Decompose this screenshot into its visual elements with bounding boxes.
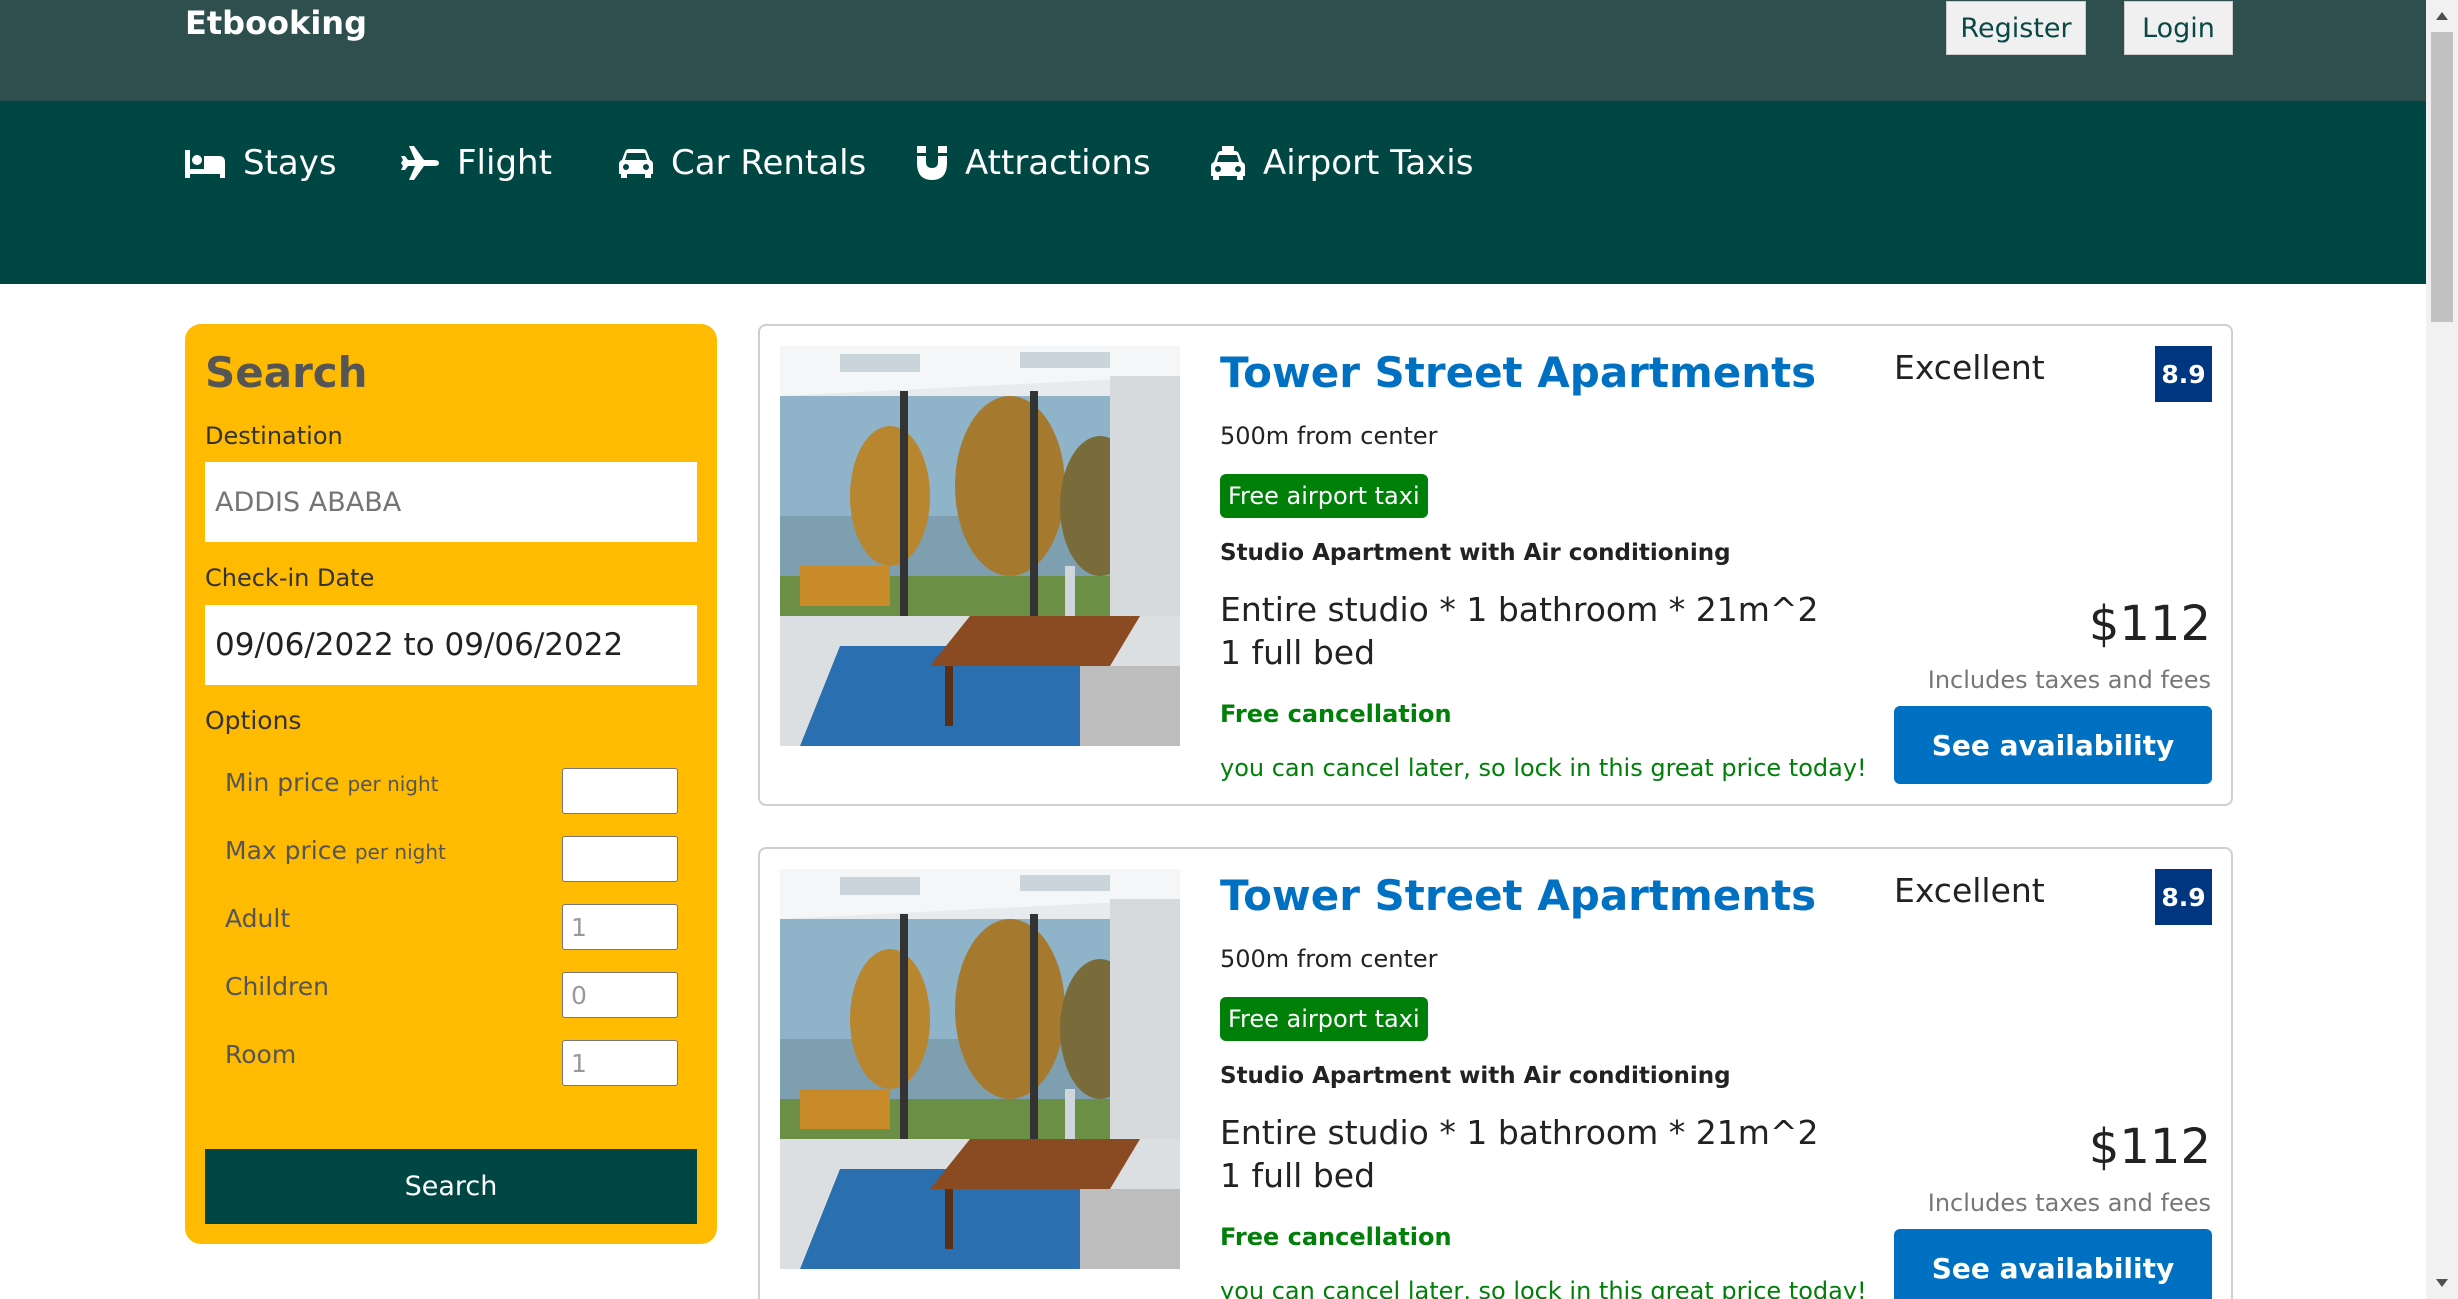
nav-band <box>0 101 2426 284</box>
nav-item-label: Flight <box>457 143 552 183</box>
hotel-title[interactable]: Tower Street Apartments <box>1220 871 1816 920</box>
nav-item-attractions[interactable]: Attractions <box>917 140 1151 186</box>
options-label: Options <box>205 706 302 735</box>
max-price-label: Max price per night <box>225 836 446 865</box>
cancellation-text: Free cancellation <box>1220 700 1452 728</box>
rating-text: Excellent <box>1894 348 2045 387</box>
scroll-down-arrow-icon[interactable] <box>2426 1267 2458 1299</box>
result-card: Tower Street Apartments 500m from center… <box>758 324 2233 806</box>
taxi-badge: Free airport taxi <box>1220 997 1428 1041</box>
nav-item-label: Car Rentals <box>671 143 867 183</box>
taxes-note: Includes taxes and fees <box>1927 1189 2211 1217</box>
top-bar: Etbooking Register Login <box>0 0 2426 101</box>
checkin-label: Check-in Date <box>205 564 375 592</box>
cancellation-subtext: you can cancel later, so lock in this gr… <box>1220 1277 1867 1299</box>
cancellation-subtext: you can cancel later, so lock in this gr… <box>1220 754 1867 782</box>
rating-badge: 8.9 <box>2155 346 2212 402</box>
hotel-image[interactable] <box>780 869 1180 1269</box>
scroll-up-arrow-icon[interactable] <box>2426 0 2458 32</box>
search-title: Search <box>205 348 368 397</box>
rating-badge: 8.9 <box>2155 869 2212 925</box>
nav-item-flight[interactable]: Flight <box>401 140 552 186</box>
search-panel: Search Destination Check-in Date 09/06/2… <box>185 324 717 1244</box>
taxi-badge: Free airport taxi <box>1220 474 1428 518</box>
scrollbar-thumb[interactable] <box>2431 32 2453 322</box>
price: $112 <box>2088 1119 2211 1175</box>
children-label: Children <box>225 972 330 1001</box>
see-availability-button[interactable]: See availability <box>1894 706 2212 784</box>
search-button[interactable]: Search <box>205 1149 697 1224</box>
adult-label: Adult <box>225 904 291 933</box>
plane-icon <box>401 145 439 181</box>
result-card: Tower Street Apartments 500m from center… <box>758 847 2233 1299</box>
room-input[interactable]: 1 <box>562 1040 678 1086</box>
hotel-subtitle: Studio Apartment with Air conditioning <box>1220 540 1731 566</box>
destination-input[interactable] <box>205 462 697 542</box>
nav-item-label: Airport Taxis <box>1263 143 1474 183</box>
max-price-input[interactable] <box>562 836 678 882</box>
cancellation-text: Free cancellation <box>1220 1223 1452 1251</box>
hotel-image[interactable] <box>780 346 1180 746</box>
adult-input[interactable]: 1 <box>562 904 678 950</box>
children-input[interactable]: 0 <box>562 972 678 1018</box>
hotel-subtitle: Studio Apartment with Air conditioning <box>1220 1063 1731 1089</box>
hotel-distance: 500m from center <box>1220 422 1438 450</box>
bed-icon <box>185 148 225 178</box>
hotel-distance: 500m from center <box>1220 945 1438 973</box>
login-button[interactable]: Login <box>2124 1 2233 55</box>
rating-text: Excellent <box>1894 871 2045 910</box>
magnet-icon <box>917 146 947 180</box>
min-price-input[interactable] <box>562 768 678 814</box>
taxes-note: Includes taxes and fees <box>1927 666 2211 694</box>
car-icon <box>619 148 653 178</box>
nav-item-stays[interactable]: Stays <box>185 140 337 186</box>
register-button[interactable]: Register <box>1946 1 2086 55</box>
room-label: Room <box>225 1040 297 1069</box>
hotel-title[interactable]: Tower Street Apartments <box>1220 348 1816 397</box>
hotel-features: Entire studio * 1 bathroom * 21m^2 1 ful… <box>1220 1113 1819 1195</box>
nav-item-label: Attractions <box>965 143 1151 183</box>
min-price-label: Min price per night <box>225 768 439 797</box>
checkin-date-field[interactable]: 09/06/2022 to 09/06/2022 <box>205 605 697 685</box>
logo[interactable]: Etbooking <box>185 4 367 42</box>
destination-label: Destination <box>205 422 343 450</box>
nav-item-car-rentals[interactable]: Car Rentals <box>619 140 866 186</box>
taxi-icon <box>1211 146 1245 180</box>
nav-item-label: Stays <box>243 143 337 183</box>
price: $112 <box>2088 596 2211 652</box>
nav-item-airport-taxis[interactable]: Airport Taxis <box>1211 140 1473 186</box>
hotel-features: Entire studio * 1 bathroom * 21m^2 1 ful… <box>1220 590 1819 672</box>
vertical-scrollbar[interactable] <box>2426 0 2458 1299</box>
see-availability-button[interactable]: See availability <box>1894 1229 2212 1299</box>
page: Etbooking Register Login Stays Flight Ca… <box>0 0 2426 1299</box>
